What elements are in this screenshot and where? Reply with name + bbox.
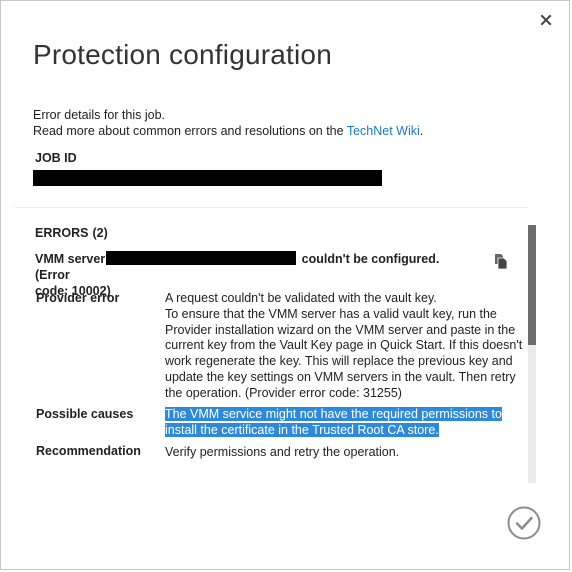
technet-wiki-link[interactable]: TechNet Wiki [347, 124, 420, 138]
recommendation-label: Recommendation [36, 444, 141, 458]
error-heading-prefix: VMM server [35, 252, 106, 266]
close-icon[interactable] [538, 12, 554, 28]
provider-error-line: work regenerate the key. This will repla… [165, 354, 513, 369]
protection-configuration-dialog: Protection configuration Error details f… [0, 0, 570, 570]
intro-text: Error details for this job. Read more ab… [33, 107, 423, 139]
errors-count: (2) [92, 226, 108, 240]
selected-text: install the certificate in the Trusted R… [165, 422, 439, 437]
provider-error-label: Provider error [36, 291, 120, 305]
provider-error-line: A request couldn't be validated with the… [165, 291, 437, 305]
errors-header: ERRORS (2) [35, 226, 108, 240]
recommendation-text: Verify permissions and retry the operati… [165, 445, 400, 459]
intro-line-2-suffix: . [419, 124, 424, 138]
job-id-value-redacted [33, 170, 382, 186]
errors-scrollbar[interactable] [528, 225, 536, 483]
checkmark-icon[interactable] [507, 506, 541, 540]
provider-error-line: update the key settings on VMM servers i… [165, 369, 516, 384]
job-id-label: JOB ID [35, 151, 77, 165]
possible-causes-line: The VMM service might not have the requi… [165, 407, 513, 423]
errors-panel: ERRORS (2) VMM server couldn't be configu… [21, 217, 526, 485]
intro-line-2-prefix: Read more about common errors and resolu… [33, 124, 347, 138]
dialog-title: Protection configuration [33, 39, 332, 70]
possible-causes-value: The VMM service might not have the requi… [165, 407, 513, 439]
possible-causes-line: install the certificate in the Trusted R… [165, 422, 513, 439]
copy-icon[interactable] [493, 253, 509, 271]
provider-error-line: the operation. (Provider error code: 312… [165, 385, 402, 400]
provider-error-line: To ensure that the VMM server has a vali… [165, 306, 497, 321]
provider-error-value: A request couldn't be validated with the… [165, 291, 523, 402]
recommendation-value: Verify permissions and retry the operati… [165, 445, 513, 461]
selected-text: The VMM service might not have the requi… [165, 407, 502, 421]
scrollbar-thumb[interactable] [528, 225, 536, 345]
possible-causes-label: Possible causes [36, 407, 134, 421]
intro-line-1: Error details for this job. [33, 108, 165, 122]
provider-error-line: Provider installation wizard on the VMM … [165, 322, 516, 337]
intro-line-2: Read more about common errors and resolu… [33, 123, 423, 139]
server-name-redacted [106, 251, 297, 265]
section-divider [15, 207, 527, 208]
errors-label: ERRORS [35, 226, 89, 240]
provider-error-line: current key from the Vault Key page in Q… [165, 338, 523, 353]
